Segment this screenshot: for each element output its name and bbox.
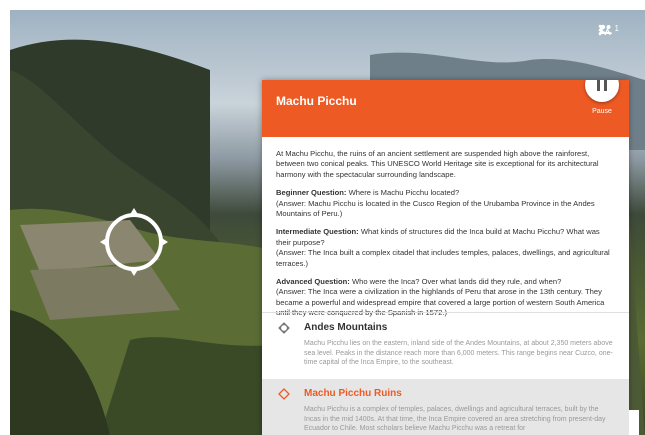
point-description: Machu Picchu lies on the eastern, inland… bbox=[304, 340, 613, 367]
pause-label: Pause bbox=[592, 108, 612, 115]
question-text: Who were the Inca? Over what lands did t… bbox=[349, 277, 562, 287]
question-text: Where is Machu Picchu located? bbox=[346, 188, 460, 198]
info-panel: Machu Picchu Pause At Machu Picchu, the … bbox=[262, 80, 629, 435]
panel-body: At Machu Picchu, the ruins of an ancient… bbox=[262, 137, 629, 319]
answer-text: (Answer: Machu Picchu is located in the … bbox=[276, 198, 595, 219]
top-toolbar: 1 bbox=[598, 24, 633, 36]
app-frame: 1 Machu Picchu Pause At Machu Picchu, th… bbox=[0, 0, 645, 435]
point-title: Andes Mountains bbox=[304, 322, 388, 333]
pause-button[interactable] bbox=[585, 80, 619, 102]
pause-control[interactable]: Pause bbox=[578, 80, 626, 115]
people-icon[interactable]: 1 bbox=[598, 24, 619, 34]
panel-header: Machu Picchu Pause bbox=[262, 80, 629, 137]
point-item-ruins[interactable]: Machu Picchu Ruins Machu Picchu is a com… bbox=[262, 379, 629, 435]
point-item-andes[interactable]: Andes Mountains Machu Picchu lies on the… bbox=[262, 312, 629, 379]
point-title: Machu Picchu Ruins bbox=[304, 388, 402, 399]
panel-title: Machu Picchu bbox=[276, 94, 357, 108]
point-description: Machu Picchu is a complex of temples, pa… bbox=[304, 406, 606, 433]
circle-point-icon bbox=[278, 321, 290, 339]
answer-text: (Answer: The Inca built a complex citade… bbox=[276, 248, 610, 268]
question-label: Beginner Question: bbox=[276, 188, 347, 198]
pause-icon bbox=[595, 80, 609, 91]
question-label: Advanced Question: bbox=[276, 277, 350, 287]
question-intermediate: Intermediate Question: What kinds of str… bbox=[276, 227, 615, 269]
question-beginner: Beginner Question: Where is Machu Picchu… bbox=[276, 188, 615, 219]
scrollbar-thumb[interactable] bbox=[629, 410, 639, 435]
diamond-point-icon bbox=[278, 387, 290, 405]
intro-text: At Machu Picchu, the ruins of an ancient… bbox=[276, 149, 599, 179]
question-label: Intermediate Question: bbox=[276, 227, 359, 237]
crosshair-reticle-icon[interactable] bbox=[98, 206, 170, 278]
people-count: 1 bbox=[614, 24, 619, 33]
